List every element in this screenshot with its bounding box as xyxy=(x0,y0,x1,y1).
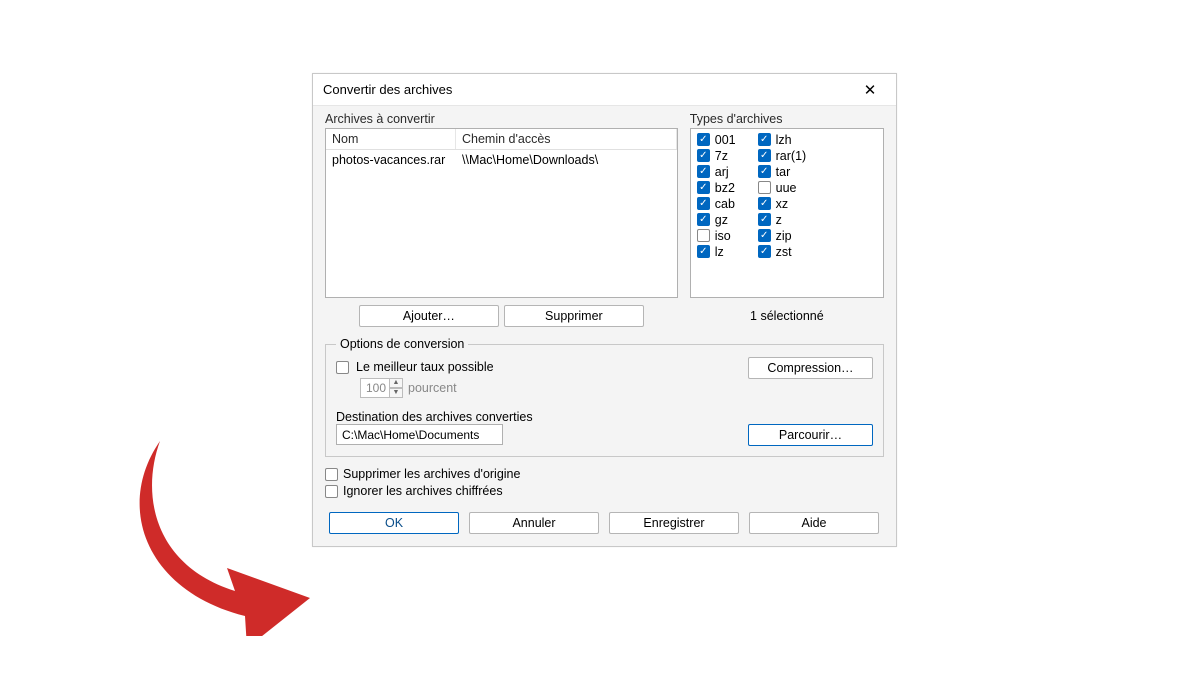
archive-type-zip[interactable]: zip xyxy=(758,228,807,243)
archive-type-label: xz xyxy=(776,197,789,211)
archive-type-rar(1)[interactable]: rar(1) xyxy=(758,148,807,163)
percent-unit: pourcent xyxy=(408,381,457,395)
destination-label: Destination des archives converties xyxy=(336,410,748,424)
archive-type-cab[interactable]: cab xyxy=(697,196,736,211)
checkbox-icon[interactable] xyxy=(758,181,771,194)
checkbox-icon[interactable] xyxy=(697,149,710,162)
archive-type-zst[interactable]: zst xyxy=(758,244,807,259)
column-name[interactable]: Nom xyxy=(326,129,456,149)
archive-type-label: 001 xyxy=(715,133,736,147)
delete-original-label: Supprimer les archives d'origine xyxy=(343,467,520,481)
archive-type-label: lz xyxy=(715,245,724,259)
checkbox-icon[interactable] xyxy=(697,133,710,146)
cancel-button[interactable]: Annuler xyxy=(469,512,599,534)
convert-archives-dialog: Convertir des archives ✕ Archives à conv… xyxy=(312,73,897,547)
ignore-encrypted-label: Ignorer les archives chiffrées xyxy=(343,484,503,498)
checkbox-icon[interactable] xyxy=(697,213,710,226)
selection-count: 1 sélectionné xyxy=(690,309,884,323)
archive-type-label: uue xyxy=(776,181,797,195)
spinner-down-icon[interactable]: ▼ xyxy=(389,388,403,398)
archive-type-label: rar(1) xyxy=(776,149,807,163)
archive-type-label: zip xyxy=(776,229,792,243)
remove-button[interactable]: Supprimer xyxy=(504,305,644,327)
cell-name: photos-vacances.rar xyxy=(326,150,456,170)
destination-input[interactable] xyxy=(336,424,503,445)
best-rate-label: Le meilleur taux possible xyxy=(356,360,494,374)
archive-type-iso[interactable]: iso xyxy=(697,228,736,243)
archive-type-label: bz2 xyxy=(715,181,735,195)
checkbox-icon[interactable] xyxy=(697,197,710,210)
best-rate-checkbox[interactable] xyxy=(336,361,349,374)
archive-type-gz[interactable]: gz xyxy=(697,212,736,227)
archive-type-label: arj xyxy=(715,165,729,179)
checkbox-icon[interactable] xyxy=(758,229,771,242)
archive-type-lzh[interactable]: lzh xyxy=(758,132,807,147)
checkbox-icon[interactable] xyxy=(758,149,771,162)
dialog-title: Convertir des archives xyxy=(323,82,848,97)
archive-type-label: lzh xyxy=(776,133,792,147)
pointer-arrow-annotation xyxy=(135,426,335,636)
conversion-options-group: Options de conversion Le meilleur taux p… xyxy=(325,337,884,457)
archives-list[interactable]: Nom Chemin d'accès photos-vacances.rar\\… xyxy=(325,128,678,298)
archive-type-label: gz xyxy=(715,213,728,227)
types-label: Types d'archives xyxy=(690,112,884,126)
archive-type-tar[interactable]: tar xyxy=(758,164,807,179)
checkbox-icon[interactable] xyxy=(758,197,771,210)
archive-type-001[interactable]: 001 xyxy=(697,132,736,147)
column-path[interactable]: Chemin d'accès xyxy=(456,129,677,149)
archives-list-header: Nom Chemin d'accès xyxy=(326,129,677,150)
cell-path: \\Mac\Home\Downloads\ xyxy=(456,150,677,170)
archive-type-label: 7z xyxy=(715,149,728,163)
archives-label: Archives à convertir xyxy=(325,112,678,126)
checkbox-icon[interactable] xyxy=(697,245,710,258)
archive-type-label: cab xyxy=(715,197,735,211)
spinner-up-icon[interactable]: ▲ xyxy=(389,378,403,388)
archive-type-label: zst xyxy=(776,245,792,259)
archive-type-7z[interactable]: 7z xyxy=(697,148,736,163)
checkbox-icon[interactable] xyxy=(758,165,771,178)
archive-type-uue[interactable]: uue xyxy=(758,180,807,195)
archive-type-label: iso xyxy=(715,229,731,243)
close-button[interactable]: ✕ xyxy=(848,75,892,105)
titlebar: Convertir des archives ✕ xyxy=(313,74,896,106)
close-icon: ✕ xyxy=(864,81,877,99)
percent-spinner[interactable]: ▲ ▼ xyxy=(360,378,403,398)
checkbox-icon[interactable] xyxy=(758,133,771,146)
compression-button[interactable]: Compression… xyxy=(748,357,873,379)
archive-type-label: tar xyxy=(776,165,791,179)
archive-type-bz2[interactable]: bz2 xyxy=(697,180,736,195)
save-button[interactable]: Enregistrer xyxy=(609,512,739,534)
archive-type-xz[interactable]: xz xyxy=(758,196,807,211)
types-list: 001 7z arj bz2 cab gz iso lz lzh rar(1) tar uue xz z… xyxy=(690,128,884,298)
archive-type-z[interactable]: z xyxy=(758,212,807,227)
options-legend: Options de conversion xyxy=(336,337,468,351)
table-row[interactable]: photos-vacances.rar\\Mac\Home\Downloads\ xyxy=(326,150,677,170)
checkbox-icon[interactable] xyxy=(697,229,710,242)
ok-button[interactable]: OK xyxy=(329,512,459,534)
percent-input[interactable] xyxy=(360,378,390,398)
browse-button[interactable]: Parcourir… xyxy=(748,424,873,446)
archive-type-label: z xyxy=(776,213,782,227)
checkbox-icon[interactable] xyxy=(758,213,771,226)
add-button[interactable]: Ajouter… xyxy=(359,305,499,327)
checkbox-icon[interactable] xyxy=(758,245,771,258)
archive-type-arj[interactable]: arj xyxy=(697,164,736,179)
help-button[interactable]: Aide xyxy=(749,512,879,534)
checkbox-icon[interactable] xyxy=(697,165,710,178)
checkbox-icon[interactable] xyxy=(697,181,710,194)
archive-type-lz[interactable]: lz xyxy=(697,244,736,259)
